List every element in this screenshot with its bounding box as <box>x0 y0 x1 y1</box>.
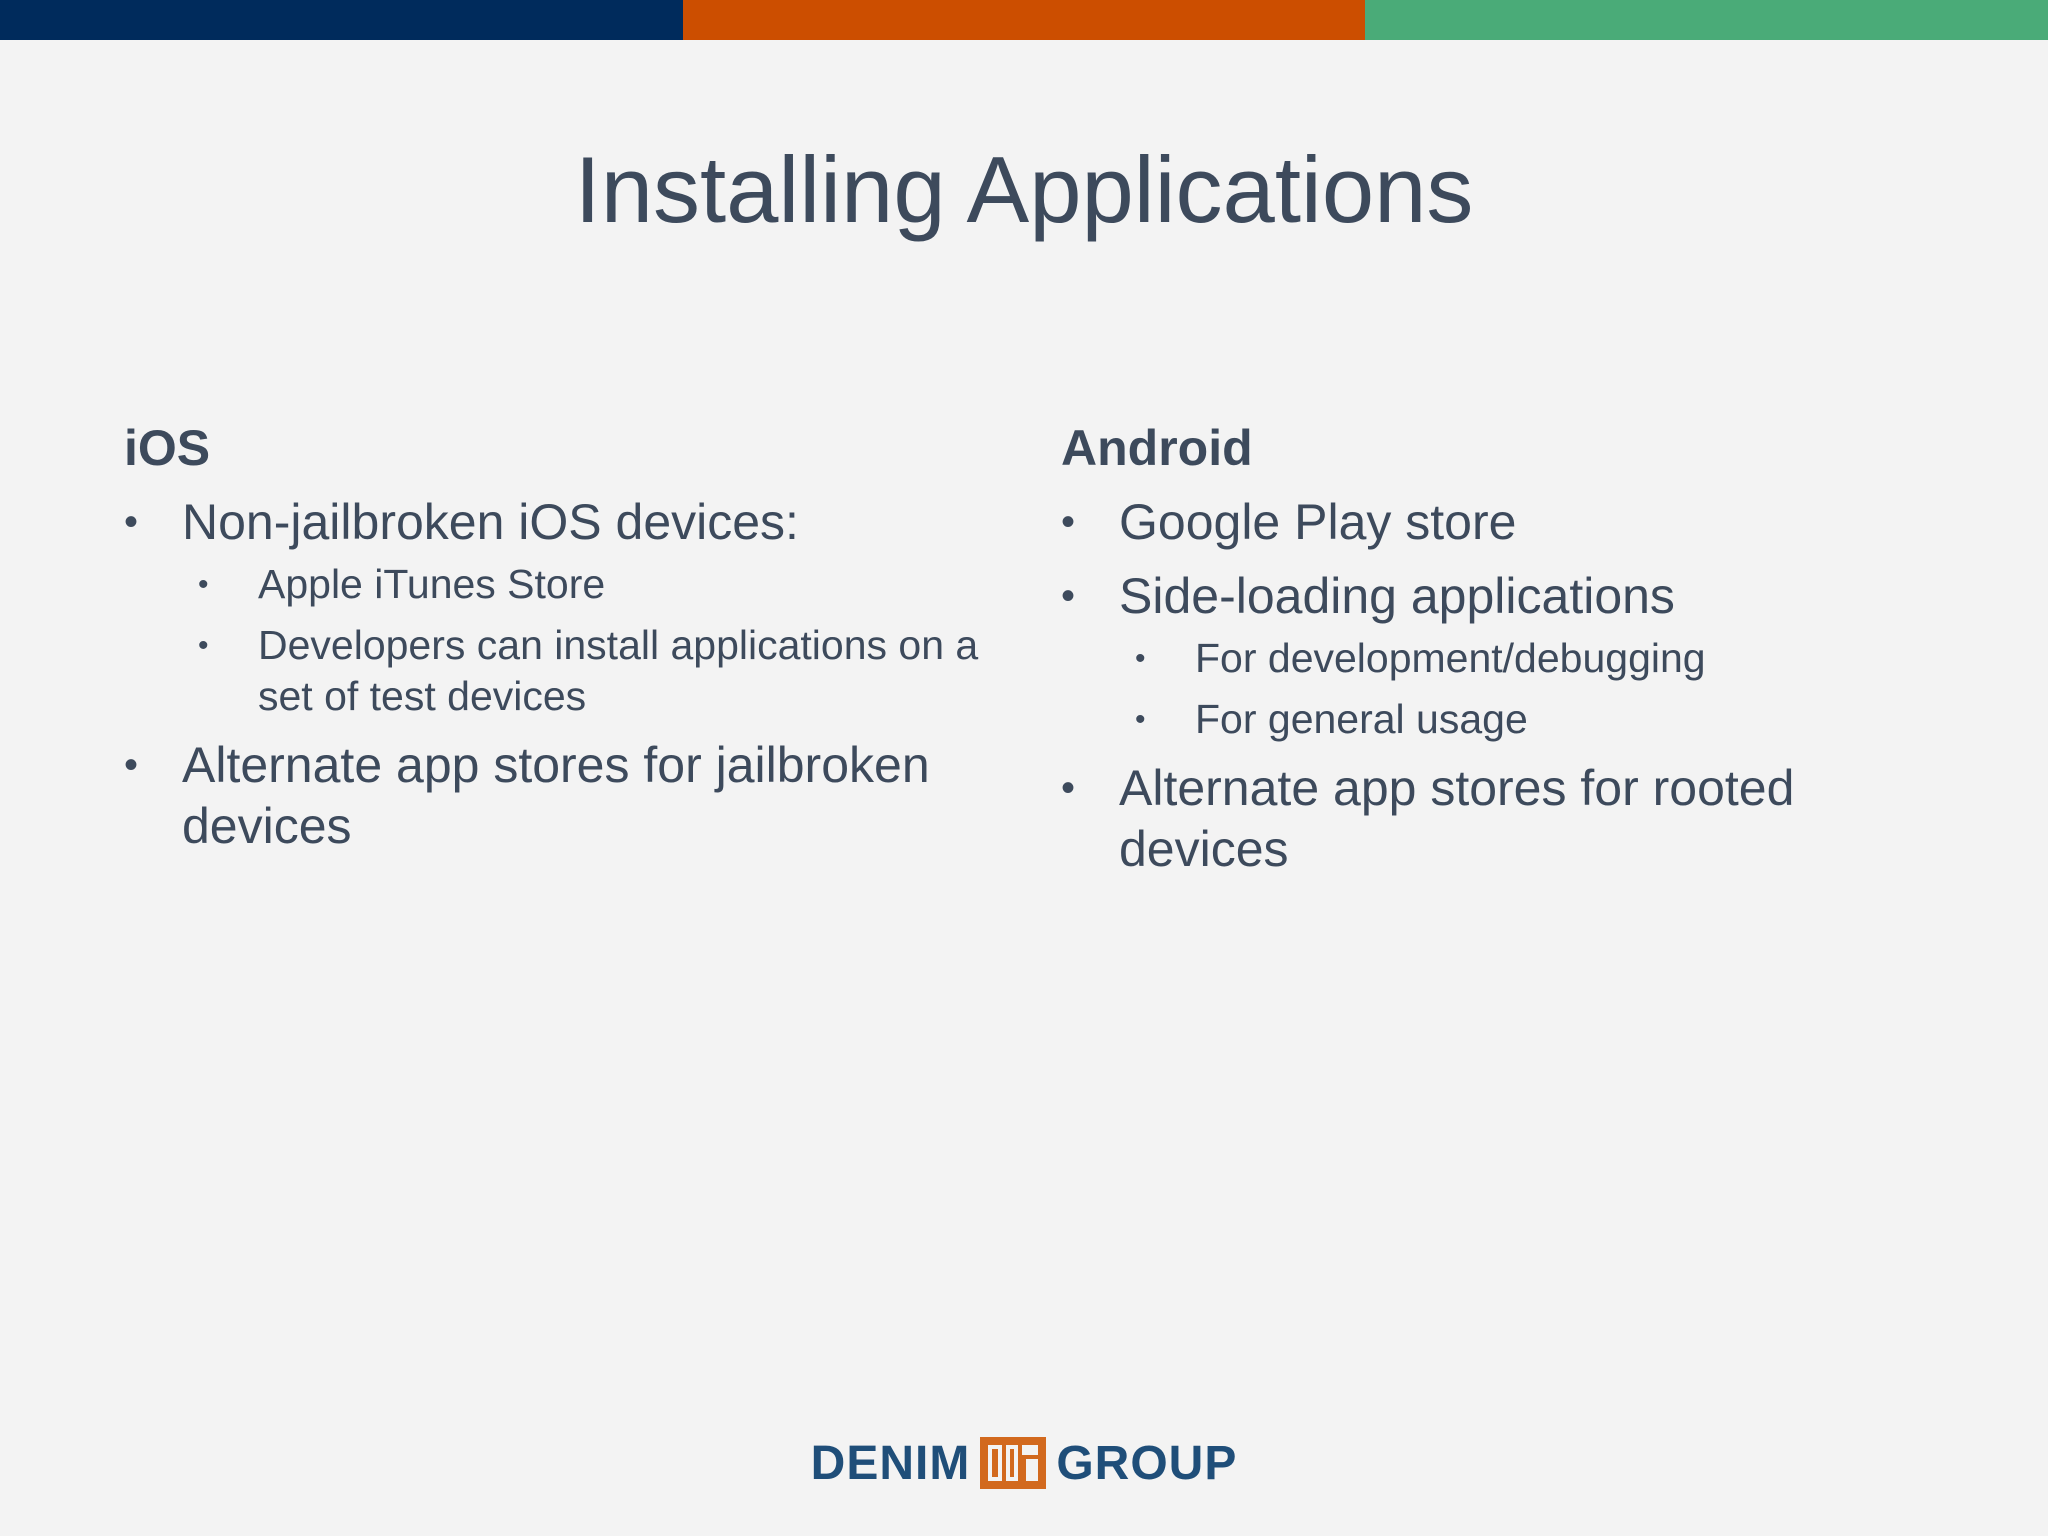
list-item: • Alternate app stores for rooted device… <box>1061 758 1961 880</box>
android-sub-list: • For development/debugging • For genera… <box>1119 633 1961 745</box>
sub-list-item-text: Developers can install applications on a… <box>258 622 979 719</box>
list-item-text: Google Play store <box>1119 494 1517 550</box>
bullet-icon: • <box>1135 642 1146 675</box>
denim-group-logo-icon <box>980 1437 1047 1489</box>
bullet-icon: • <box>1135 703 1146 736</box>
top-bar-orange-segment <box>682 0 1366 40</box>
bullet-icon: • <box>198 629 209 662</box>
logo-word-right: GROUP <box>1056 1436 1238 1490</box>
list-item: • Non-jailbroken iOS devices: • Apple iT… <box>124 492 984 722</box>
bullet-icon: • <box>124 500 139 544</box>
top-bar-navy-segment <box>0 0 683 40</box>
bullet-icon: • <box>1061 500 1076 544</box>
ios-column: iOS • Non-jailbroken iOS devices: • Appl… <box>124 418 984 870</box>
sub-list-item-text: For general usage <box>1195 696 1528 742</box>
list-item-text: Side-loading applications <box>1119 568 1675 624</box>
list-item-text: Non-jailbroken iOS devices: <box>182 494 799 550</box>
list-item: • Alternate app stores for jailbroken de… <box>124 735 984 857</box>
sub-list-item: • For development/debugging <box>1061 633 1961 684</box>
bullet-icon: • <box>124 743 139 787</box>
sub-list-item-text: For development/debugging <box>1195 635 1706 681</box>
sub-list-item: • For general usage <box>1061 694 1961 745</box>
ios-heading: iOS <box>124 420 211 476</box>
android-heading: Android <box>1061 420 1253 476</box>
ios-bullet-list: • Non-jailbroken iOS devices: • Apple iT… <box>124 492 984 857</box>
ios-sub-list: • Apple iTunes Store • Developers can in… <box>182 559 984 722</box>
sub-list-item: • Apple iTunes Store <box>124 559 984 610</box>
sub-list-item-text: Apple iTunes Store <box>258 561 606 607</box>
slide-title: Installing Applications <box>574 137 1474 242</box>
top-bar-green-segment <box>1365 0 2048 40</box>
bullet-icon: • <box>1061 574 1076 618</box>
android-bullet-list: • Google Play store • Side-loading appli… <box>1061 492 1961 880</box>
list-item: • Side-loading applications • For develo… <box>1061 566 1961 745</box>
bullet-icon: • <box>1061 766 1076 810</box>
denim-group-logo: DENIM GROUP <box>0 1432 2048 1494</box>
top-color-bar <box>0 0 2048 40</box>
bullet-icon: • <box>198 568 209 601</box>
list-item-text: Alternate app stores for rooted devices <box>1119 760 1795 877</box>
sub-list-item: • Developers can install applications on… <box>124 620 984 722</box>
android-column: Android • Google Play store • Side-loadi… <box>1061 418 1961 893</box>
logo-word-left: DENIM <box>810 1436 971 1490</box>
list-item: • Google Play store <box>1061 492 1961 553</box>
list-item-text: Alternate app stores for jailbroken devi… <box>182 737 930 854</box>
